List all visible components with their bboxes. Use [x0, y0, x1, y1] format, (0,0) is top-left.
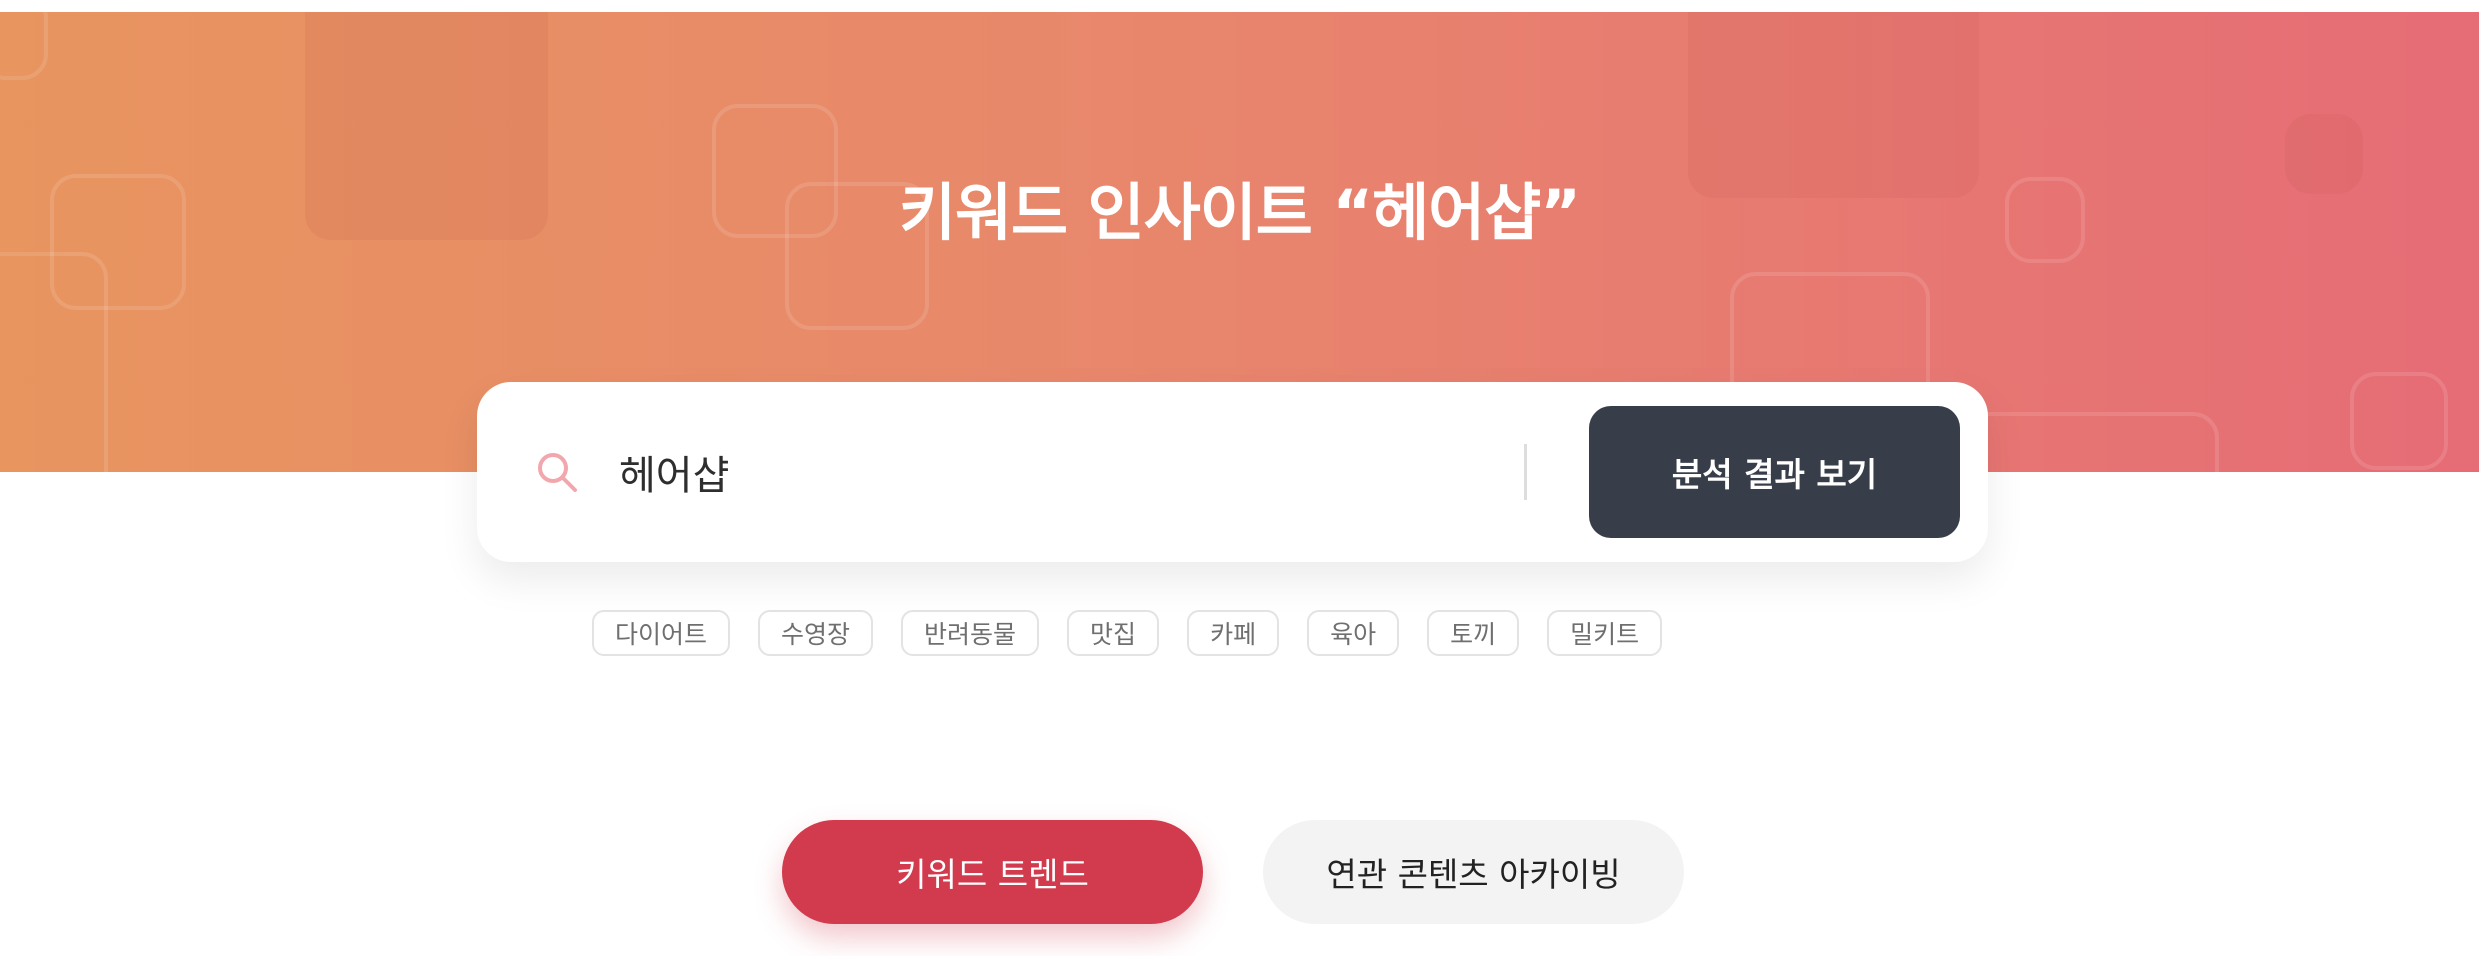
decorative-square	[2350, 372, 2448, 470]
decorative-square	[0, 252, 108, 472]
keyword-tag[interactable]: 밀키트	[1547, 610, 1663, 656]
decorative-square	[1955, 412, 2219, 472]
tab-related-content-archive[interactable]: 연관 콘텐츠 아카이빙	[1263, 820, 1684, 924]
search-input[interactable]	[619, 432, 1519, 512]
decorative-square	[0, 12, 48, 80]
keyword-tag[interactable]: 카페	[1187, 610, 1280, 656]
search-divider	[1524, 444, 1527, 500]
keyword-tag[interactable]: 수영장	[758, 610, 874, 656]
analyze-results-button[interactable]: 분석 결과 보기	[1589, 406, 1960, 538]
suggested-keywords: 다이어트 수영장 반려동물 맛집 카페 육아 토끼 밀키트	[592, 610, 1663, 656]
page-title: 키워드 인사이트 “헤어샵”	[898, 176, 1581, 249]
search-icon	[535, 450, 579, 494]
search-bar: 분석 결과 보기	[477, 382, 1988, 562]
keyword-tag[interactable]: 맛집	[1067, 610, 1160, 656]
keyword-tag[interactable]: 다이어트	[592, 610, 731, 656]
keyword-tag[interactable]: 반려동물	[901, 610, 1040, 656]
keyword-tag[interactable]: 토끼	[1427, 610, 1520, 656]
keyword-tag[interactable]: 육아	[1307, 610, 1400, 656]
tab-keyword-trend[interactable]: 키워드 트렌드	[782, 820, 1203, 924]
